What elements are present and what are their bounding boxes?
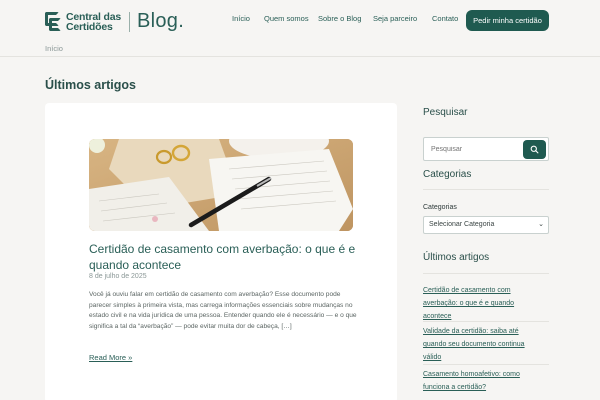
logo-mark-icon [45,11,61,32]
chevron-down-icon: ⌄ [538,221,544,228]
search-icon [530,145,539,154]
logo-line-2: Certidões [66,20,113,33]
request-certificate-button[interactable]: Pedir minha certidão [466,10,549,31]
search-button[interactable] [523,140,546,159]
breadcrumb[interactable]: Início [45,44,63,53]
search-heading: Pesquisar [423,107,468,118]
category-select[interactable]: Selecionar Categoria ⌄ [423,216,549,234]
categories-label: Categorias [423,204,457,211]
logo-wordmark: Central das Certidões [66,10,121,33]
categories-divider [423,189,549,190]
nav-link-contato[interactable]: Contato [432,14,458,23]
site-logo[interactable]: Central das Certidões Blog. [45,10,184,33]
article-date: 8 de julho de 2025 [89,273,147,280]
recent-post-link[interactable]: Casamento homoafetivo: como funciona a c… [423,368,543,394]
site-header: Central das Certidões Blog. Início Quem … [0,0,600,40]
nav-link-seja-parceiro[interactable]: Seja parceiro [373,14,417,23]
category-select-value: Selecionar Categoria [429,221,495,228]
categories-heading: Categorias [423,169,472,180]
recent-posts-divider [423,273,549,274]
header-divider [0,56,600,57]
nav-link-sobre-o-blog[interactable]: Sobre o Blog [318,14,361,23]
article-card: Certidão de casamento com averbação: o q… [45,103,397,400]
wedding-documents-image [89,139,353,231]
recent-post-divider [423,364,549,365]
recent-post-link[interactable]: Certidão de casamento com averbação: o q… [423,284,543,323]
nav-link-inicio[interactable]: Início [232,14,250,23]
logo-blog-label: Blog. [137,10,185,32]
logo-line-1: Central das [66,10,121,23]
article-thumbnail[interactable] [89,139,353,231]
recent-posts-heading: Últimos artigos [423,252,490,263]
search-form [423,137,549,161]
nav-link-quem-somos[interactable]: Quem somos [264,14,309,23]
recent-post-divider [423,321,549,322]
recent-post-link[interactable]: Validade da certidão: saiba até quando s… [423,325,543,364]
page-title: Últimos artigos [45,78,136,92]
logo-separator [129,11,130,32]
article-excerpt: Você já ouviu falar em certidão de casam… [89,291,357,330]
read-more-link[interactable]: Read More » [89,353,132,362]
article-title-link[interactable]: Certidão de casamento com averbação: o q… [89,241,357,273]
search-input[interactable] [427,141,523,157]
